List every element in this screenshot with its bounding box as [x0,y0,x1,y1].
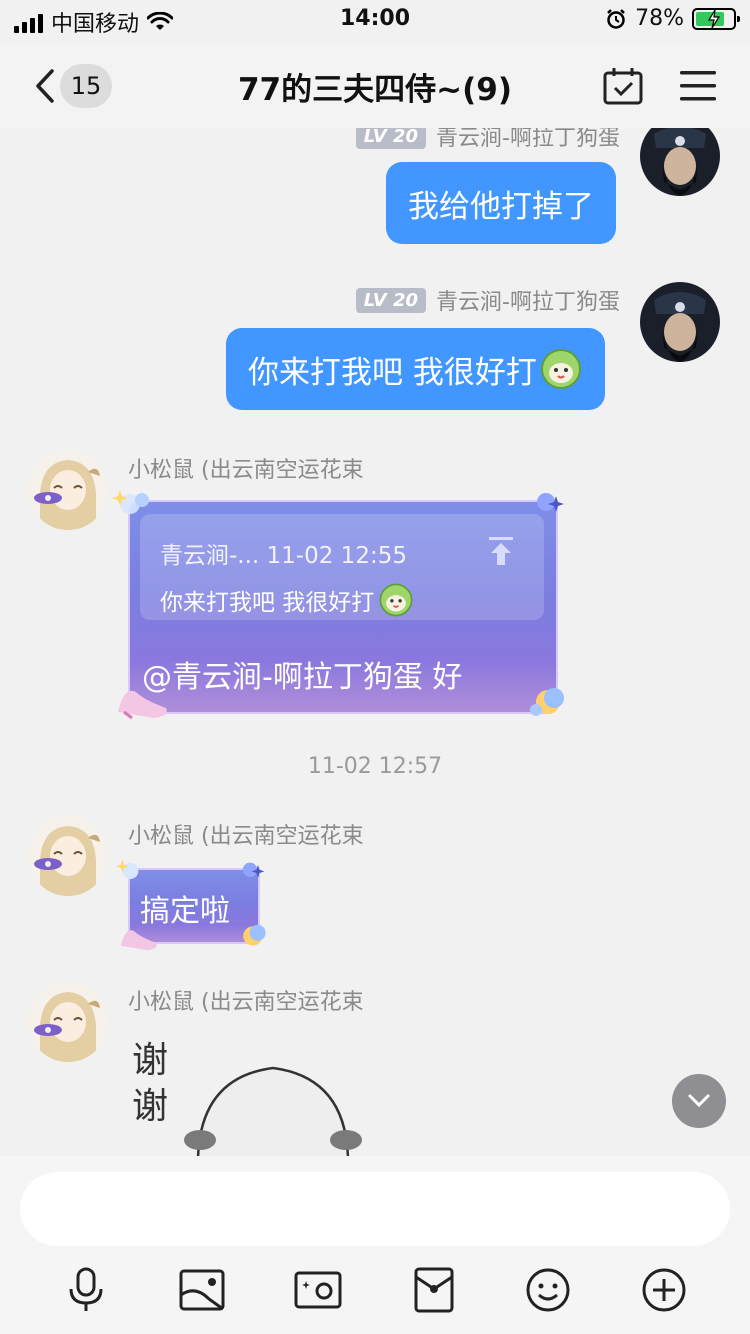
composer [0,1156,750,1334]
sparkle-decoration-icon [112,490,149,514]
message-list[interactable]: LV 20 青云涧-啊拉丁狗蛋 我给他打掉了 LV 20 青云涧-啊拉丁狗蛋 你… [0,128,750,1156]
quoted-message[interactable]: 青云涧-... 11-02 12:55 你来打我吧 我很好打 [140,514,544,620]
quote-header: 青云涧-... 11-02 12:55 [160,543,407,569]
quote-body: 你来打我吧 我很好打 [160,582,414,618]
alarm-icon [607,8,625,29]
sender-name: 小松鼠 (出云南空运花束 [128,824,364,849]
message-bubble[interactable]: 你来打我吧 我很好打 [226,328,605,410]
avatar[interactable] [28,450,108,530]
level-badge: LV 20 [355,287,427,313]
shoe-decoration-icon [120,930,157,951]
seal-sticker-icon [184,1066,362,1156]
scroll-to-bottom-button[interactable] [672,1074,726,1128]
sparkle-decoration-icon [116,859,139,879]
chevron-down-icon [688,1094,710,1108]
sender-name: 青云涧-啊拉丁狗蛋 [436,290,620,315]
cabbage-emoji-icon [379,583,413,617]
moon-decoration-icon [530,688,564,716]
menu-icon[interactable] [678,68,718,108]
moon-decoration-icon [243,924,266,946]
sender-name: 小松鼠 (出云南空运花束 [128,990,364,1015]
message-text: @青云涧-啊拉丁狗蛋 好 [142,660,463,695]
cabbage-emoji-icon [540,349,581,389]
sparkle-decoration-icon [537,493,564,512]
sender-name: 青云涧-啊拉丁狗蛋 [436,128,620,151]
status-bar: 中国移动 14:00 78% [0,0,750,44]
avatar[interactable] [640,128,720,196]
quote-text: 你来打我吧 我很好打 [160,590,375,616]
sender-info: LV 20 青云涧-啊拉丁狗蛋 [355,128,620,152]
camera-icon[interactable] [288,1260,348,1320]
message-text: 你来打我吧 我很好打 [248,354,537,391]
emoji-icon[interactable] [518,1260,578,1320]
avatar[interactable] [640,282,720,362]
avatar[interactable] [28,982,108,1062]
red-packet-icon[interactable] [404,1260,464,1320]
message-text: 我给他打掉了 [408,188,594,225]
battery-icon [692,7,740,30]
arrow-up-icon[interactable] [488,536,514,566]
battery-percent: 78% [635,6,684,31]
message-bubble[interactable]: 我给他打掉了 [386,162,616,244]
plus-icon[interactable] [634,1260,694,1320]
message-bubble[interactable]: 搞定啦 [116,859,266,951]
mic-icon[interactable] [56,1260,116,1320]
sender-name: 小松鼠 (出云南空运花束 [128,458,364,483]
sticker-message[interactable]: 谢谢 [128,1032,368,1156]
level-badge: LV 20 [355,128,427,149]
timestamp: 11-02 12:57 [307,754,443,779]
calendar-check-icon[interactable] [602,66,644,110]
chat-header: 15 77的三夫四侍~(9) [0,44,750,128]
sparkle-decoration-icon [242,862,265,878]
image-icon[interactable] [172,1260,232,1320]
shoe-decoration-icon [118,690,167,720]
sticker-text: 谢谢 [132,1040,169,1127]
composer-toolbar [0,1260,750,1320]
message-bubble[interactable]: 青云涧-... 11-02 12:55 你来打我吧 我很好打 @青云涧-啊拉丁狗… [112,490,564,720]
message-input[interactable] [20,1172,730,1246]
avatar[interactable] [28,816,108,896]
sender-info: LV 20 青云涧-啊拉丁狗蛋 [355,284,620,316]
